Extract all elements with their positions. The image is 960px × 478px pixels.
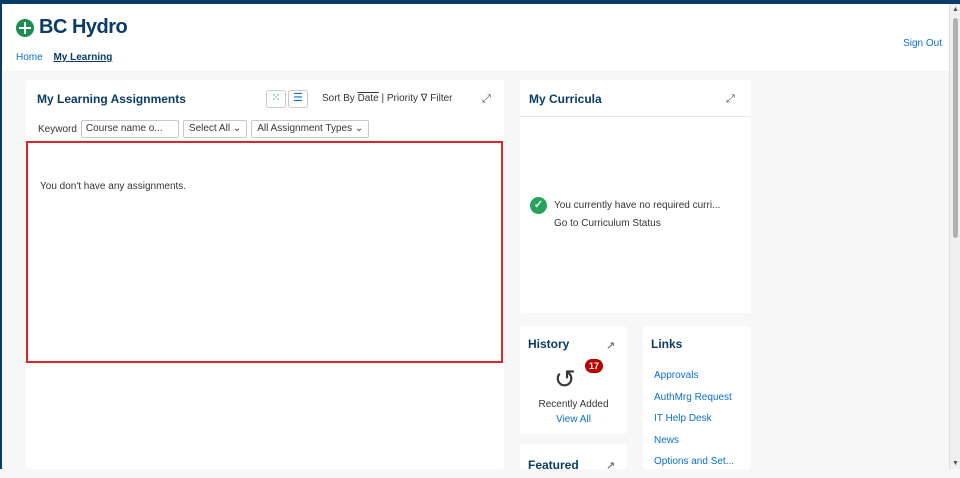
filter-button[interactable]: Filter [430,93,452,104]
curricula-title: My Curricula [529,92,602,106]
chevron-down-icon: ⌄ [232,123,242,134]
links-list: Approvals AuthMrg Request IT Help Desk N… [654,370,734,478]
curricula-message: You currently have no required curri... [554,200,721,211]
check-circle-icon: ✓ [530,197,547,214]
select-all-label: Select All [188,123,231,134]
sort-separator: | [381,93,385,104]
history-title: History [528,337,570,351]
filter-row: Keyword Course name o... Select All ⌄ Al… [38,120,370,138]
links-panel: Links Approvals AuthMrg Request IT Help … [643,326,751,469]
assignments-content-area: You don't have any assignments. [26,141,503,363]
sort-by-label: Sort By [322,93,355,104]
vertical-scrollbar[interactable]: ▲ ▼ [949,4,960,469]
external-link-icon[interactable]: ↗ [606,339,615,352]
links-title: Links [651,337,683,351]
link-news[interactable]: News [654,435,734,457]
assignments-title: My Learning Assignments [37,92,186,106]
filter-icon[interactable]: ∇ [421,93,428,104]
breadcrumb: Home My Learning [16,52,120,63]
featured-panel: Featured ↗ [520,444,627,472]
divider [520,116,751,117]
scrollbar-thumb[interactable] [953,18,958,238]
chevron-down-icon: ⌄ [354,123,364,134]
breadcrumb-my-learning[interactable]: My Learning [53,52,112,63]
link-approvals[interactable]: Approvals [654,370,734,392]
sort-priority-option[interactable]: Priority [387,93,418,104]
keyword-label: Keyword [38,123,77,135]
keyword-input[interactable]: Course name o... [80,120,179,138]
view-all-link[interactable]: View All [520,414,627,425]
sign-out-link[interactable]: Sign Out [903,38,942,49]
grid-view-icon[interactable]: ⁙ [266,90,286,108]
sort-date-option[interactable]: Date [358,93,379,104]
list-view-icon[interactable]: ☰ [288,90,308,108]
link-authmrg-request[interactable]: AuthMrg Request [654,392,734,414]
history-icon[interactable]: ↺ [554,364,576,395]
assignment-types-dropdown[interactable]: All Assignment Types ⌄ [251,120,370,138]
curriculum-status-link[interactable]: Go to Curriculum Status [554,218,661,229]
select-all-dropdown[interactable]: Select All ⌄ [182,120,248,138]
learning-assignments-panel: My Learning Assignments ⁙ ☰ Sort By Date… [26,80,504,469]
scroll-up-icon[interactable]: ▲ [952,6,959,13]
brand-logo[interactable]: BC Hydro [16,16,128,39]
assignment-types-label: All Assignment Types [257,123,353,134]
bc-hydro-logo-icon [16,18,34,37]
history-panel: History ↗ ↺ 17 Recently Added View All [520,326,627,434]
history-count-badge: 17 [585,359,603,373]
expand-icon[interactable]: ⤢ [482,93,491,106]
brand-name: BC Hydro [39,16,128,38]
sort-bar: Sort By Date | Priority ∇ Filter [322,93,453,104]
empty-assignments-message: You don't have any assignments. [40,181,187,192]
scroll-down-icon[interactable]: ▼ [952,460,959,467]
view-toggle: ⁙ ☰ [266,90,308,108]
recently-added-label: Recently Added [538,399,609,410]
link-it-help-desk[interactable]: IT Help Desk [654,413,734,435]
external-link-icon[interactable]: ↗ [606,459,615,472]
left-border [0,0,2,469]
page-header: BC Hydro Home My Learning Sign Out [2,4,950,70]
featured-title: Featured [528,458,579,472]
curricula-panel: My Curricula ⤢ ✓ You currently have no r… [520,80,751,313]
link-options-settings[interactable]: Options and Set... [654,456,734,478]
breadcrumb-home[interactable]: Home [16,52,43,63]
expand-icon[interactable]: ⤢ [726,93,735,106]
